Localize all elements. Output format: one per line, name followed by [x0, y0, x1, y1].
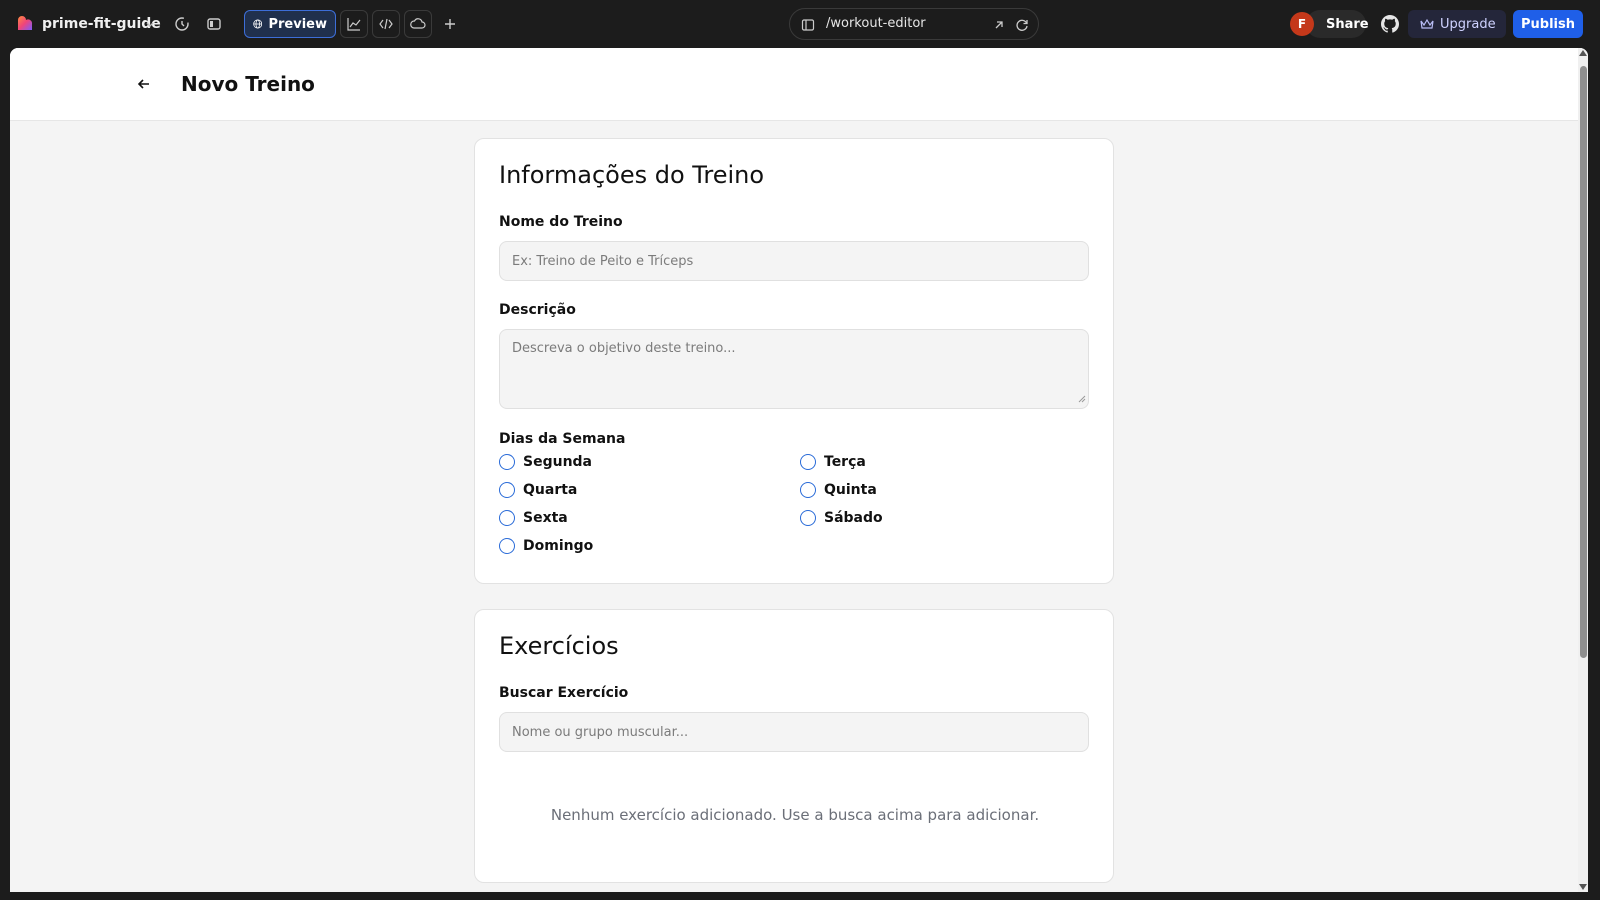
chevron-down-icon[interactable] [145, 15, 157, 33]
cloud-icon[interactable] [404, 10, 432, 38]
share-label: Share [1326, 16, 1369, 32]
history-icon[interactable] [168, 10, 196, 38]
day-label: Sábado [824, 510, 883, 526]
scroll-down-arrow-icon[interactable] [1579, 884, 1587, 890]
crown-icon [1420, 18, 1434, 29]
day-checkbox[interactable] [499, 454, 515, 470]
day-option-sabado[interactable]: Sábado [800, 510, 883, 526]
add-icon[interactable] [436, 10, 464, 38]
day-checkbox[interactable] [499, 482, 515, 498]
day-option-segunda[interactable]: Segunda [499, 454, 592, 470]
day-option-domingo[interactable]: Domingo [499, 538, 593, 554]
sidebar-toggle-icon[interactable] [200, 10, 228, 38]
day-option-quarta[interactable]: Quarta [499, 482, 577, 498]
day-label: Sexta [523, 510, 568, 526]
page-layout-icon [801, 19, 815, 31]
page-title: Novo Treino [181, 72, 315, 96]
app-logo-icon[interactable] [16, 14, 34, 32]
day-label: Quinta [824, 482, 877, 498]
github-icon[interactable] [1378, 12, 1402, 36]
scroll-up-arrow-icon[interactable] [1579, 50, 1587, 56]
avatar[interactable]: F [1290, 12, 1314, 36]
exercises-card: Exercícios Buscar Exercício Nenhum exerc… [474, 609, 1114, 883]
day-option-quinta[interactable]: Quinta [800, 482, 877, 498]
empty-exercises-message: Nenhum exercício adicionado. Use a busca… [550, 806, 1040, 824]
day-checkbox[interactable] [800, 454, 816, 470]
info-card-title: Informações do Treino [499, 161, 765, 189]
description-label: Descrição [499, 302, 576, 318]
exercise-search-label: Buscar Exercício [499, 685, 629, 701]
workout-name-label: Nome do Treino [499, 214, 623, 230]
day-checkbox[interactable] [499, 538, 515, 554]
globe-icon [253, 19, 263, 29]
back-button[interactable] [132, 72, 156, 96]
analytics-icon[interactable] [340, 10, 368, 38]
project-name[interactable]: prime-fit-guide [42, 14, 161, 34]
scrollbar-thumb[interactable] [1580, 66, 1587, 658]
code-icon[interactable] [372, 10, 400, 38]
refresh-icon[interactable] [1015, 18, 1029, 32]
preview-frame: Novo Treino Informações do Treino Nome d… [10, 48, 1588, 892]
workout-info-card: Informações do Treino Nome do Treino Des… [474, 138, 1114, 584]
url-path: /workout-editor [826, 16, 926, 31]
top-bar: prime-fit-guide Preview /workout-editor … [0, 0, 1600, 48]
open-external-icon[interactable] [993, 19, 1005, 31]
arrow-left-icon [137, 79, 149, 89]
day-checkbox[interactable] [800, 482, 816, 498]
preview-button[interactable]: Preview [244, 10, 336, 38]
day-label: Terça [824, 454, 866, 470]
day-label: Segunda [523, 454, 593, 470]
vertical-scrollbar[interactable] [1578, 48, 1588, 892]
day-option-terca[interactable]: Terça [800, 454, 866, 470]
resize-handle-icon[interactable] [1078, 395, 1086, 403]
day-checkbox[interactable] [499, 510, 515, 526]
day-label: Domingo [523, 538, 594, 554]
upgrade-button[interactable]: Upgrade [1408, 10, 1506, 38]
preview-label: Preview [268, 16, 327, 32]
exercises-card-title: Exercícios [499, 632, 619, 660]
upgrade-label: Upgrade [1440, 16, 1496, 32]
app-header: Novo Treino [10, 48, 1578, 121]
day-checkbox[interactable] [800, 510, 816, 526]
day-label: Quarta [523, 482, 578, 498]
url-bar[interactable]: /workout-editor [789, 8, 1039, 40]
description-textarea[interactable] [499, 329, 1089, 409]
share-button[interactable]: Share [1306, 10, 1369, 38]
workout-name-input[interactable] [499, 241, 1089, 281]
publish-button[interactable]: Publish [1513, 10, 1583, 38]
days-of-week-label: Dias da Semana [499, 431, 626, 447]
exercise-search-input[interactable] [499, 712, 1089, 752]
day-option-sexta[interactable]: Sexta [499, 510, 568, 526]
